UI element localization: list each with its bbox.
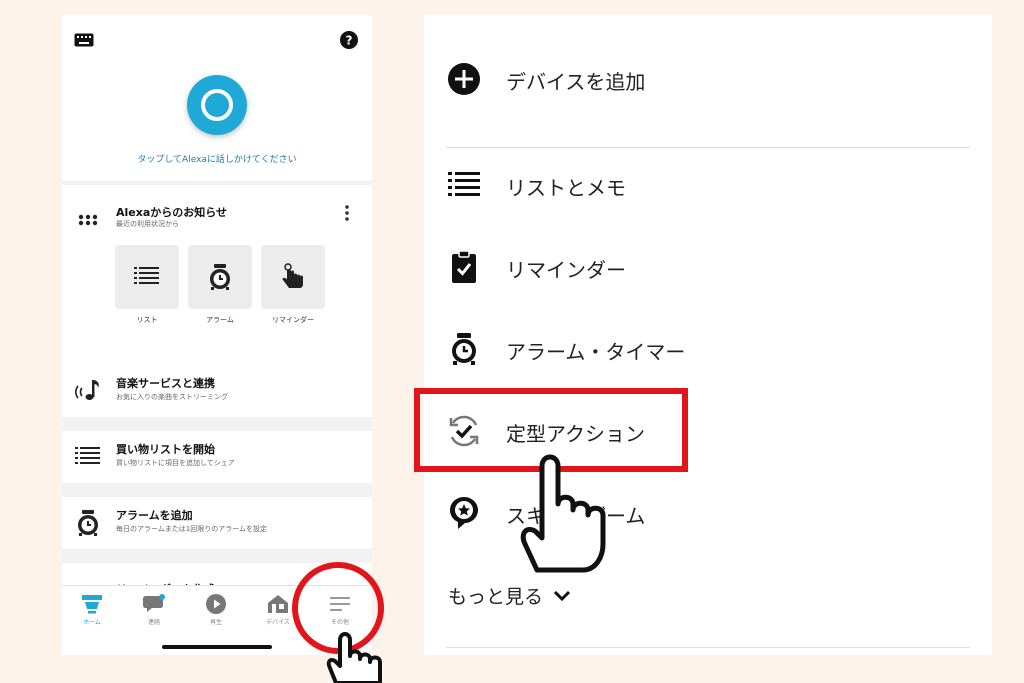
tile-reminder-label: リマインダー	[272, 316, 314, 324]
row-music-subtitle: お気に入りの楽曲をストリーミング	[116, 393, 228, 401]
svg-text:?: ?	[346, 34, 353, 48]
list-icon	[134, 267, 159, 284]
menu-divider	[446, 147, 970, 148]
list-icon	[446, 167, 482, 203]
alexa-hint-text: タップしてAlexaに話しかけてください	[137, 155, 297, 165]
pointing-hand-icon	[517, 452, 617, 578]
menu-item-skills-games[interactable]: スキル・ゲーム	[424, 483, 992, 543]
grid-dots-icon	[78, 211, 98, 230]
show-more-label: もっと見る	[448, 586, 544, 608]
alarm-icon	[446, 331, 482, 367]
row-shopping-list[interactable]: 買い物リストを開始 買い物リストに項目を追加してシェア	[62, 431, 372, 483]
plus-circle-icon	[446, 61, 482, 97]
help-icon[interactable]: ?	[340, 31, 358, 53]
row-music-title: 音楽サービスと連携	[116, 377, 215, 390]
more-options-icon[interactable]	[344, 205, 350, 225]
menu-label-reminders: リマインダー	[506, 258, 626, 282]
alarm-icon	[74, 509, 102, 537]
home-indicator	[162, 645, 272, 649]
notice-subtitle: 最近の利用状況から	[116, 220, 179, 228]
menu-item-lists-notes[interactable]: リストとメモ	[424, 155, 992, 215]
reminder-hand-icon	[282, 263, 303, 288]
menu-divider-bottom	[446, 647, 970, 648]
list-icon	[74, 443, 102, 471]
devices-icon	[268, 595, 288, 613]
tile-alarm-label: アラーム	[206, 316, 234, 324]
play-icon	[206, 594, 226, 614]
alexa-notice-card: Alexaからのお知らせ 最近の利用状況から リスト アラーム リマインダー	[62, 185, 372, 377]
tile-list-label: リスト	[136, 316, 158, 324]
tile-list[interactable]	[115, 245, 179, 309]
keyboard-icon[interactable]	[74, 32, 94, 51]
row-shopping-title: 買い物リストを開始	[116, 443, 215, 456]
tile-reminder[interactable]	[261, 245, 325, 309]
alexa-app-screen: ? タップしてAlexaに話しかけてください Alexaからのお知らせ 最近の利…	[62, 15, 372, 655]
tile-alarm[interactable]	[188, 245, 252, 309]
home-icon	[82, 595, 102, 614]
tab-communicate-label: 連絡	[147, 619, 160, 626]
alexa-voice-button[interactable]	[187, 75, 247, 135]
row-music-service[interactable]: 音楽サービスと連携 お気に入りの楽曲をストリーミング	[62, 365, 372, 417]
menu-label-lists-notes: リストとメモ	[506, 176, 626, 200]
row-alarm-title: アラームを追加	[116, 509, 193, 522]
menu-item-alarms-timers[interactable]: アラーム・タイマー	[424, 319, 992, 379]
music-note-icon	[74, 377, 102, 405]
pointing-hand-icon	[300, 628, 410, 683]
tab-play-label: 再生	[209, 619, 222, 626]
tab-play[interactable]: 再生	[186, 594, 246, 626]
notice-title: Alexaからのお知らせ	[116, 206, 228, 219]
tab-home[interactable]: ホーム	[62, 594, 122, 626]
show-more-button[interactable]: もっと見る	[448, 582, 571, 609]
skill-icon	[446, 495, 482, 531]
menu-item-reminders[interactable]: リマインダー	[424, 237, 992, 297]
clipboard-check-icon	[446, 249, 482, 285]
tab-communicate[interactable]: 連絡	[124, 594, 184, 626]
row-alarm-subtitle: 毎日のアラームまたは1回限りのアラームを設定	[116, 525, 268, 533]
menu-item-add-device[interactable]: デバイスを追加	[424, 49, 992, 109]
row-shopping-subtitle: 買い物リストに項目を追加してシェア	[116, 459, 235, 467]
chat-icon	[143, 594, 165, 612]
alexa-header: ? タップしてAlexaに話しかけてください	[62, 15, 372, 181]
tab-home-label: ホーム	[83, 619, 101, 626]
alexa-more-menu: デバイスを追加 リストとメモ リマインダー アラーム・タイマー 定型アクション …	[424, 15, 992, 655]
row-add-alarm[interactable]: アラームを追加 毎日のアラームまたは1回限りのアラームを設定	[62, 497, 372, 549]
menu-label-add-device: デバイスを追加	[506, 70, 646, 94]
chevron-down-icon	[553, 590, 571, 601]
menu-label-alarms-timers: アラーム・タイマー	[506, 340, 686, 364]
alarm-icon	[210, 264, 230, 290]
